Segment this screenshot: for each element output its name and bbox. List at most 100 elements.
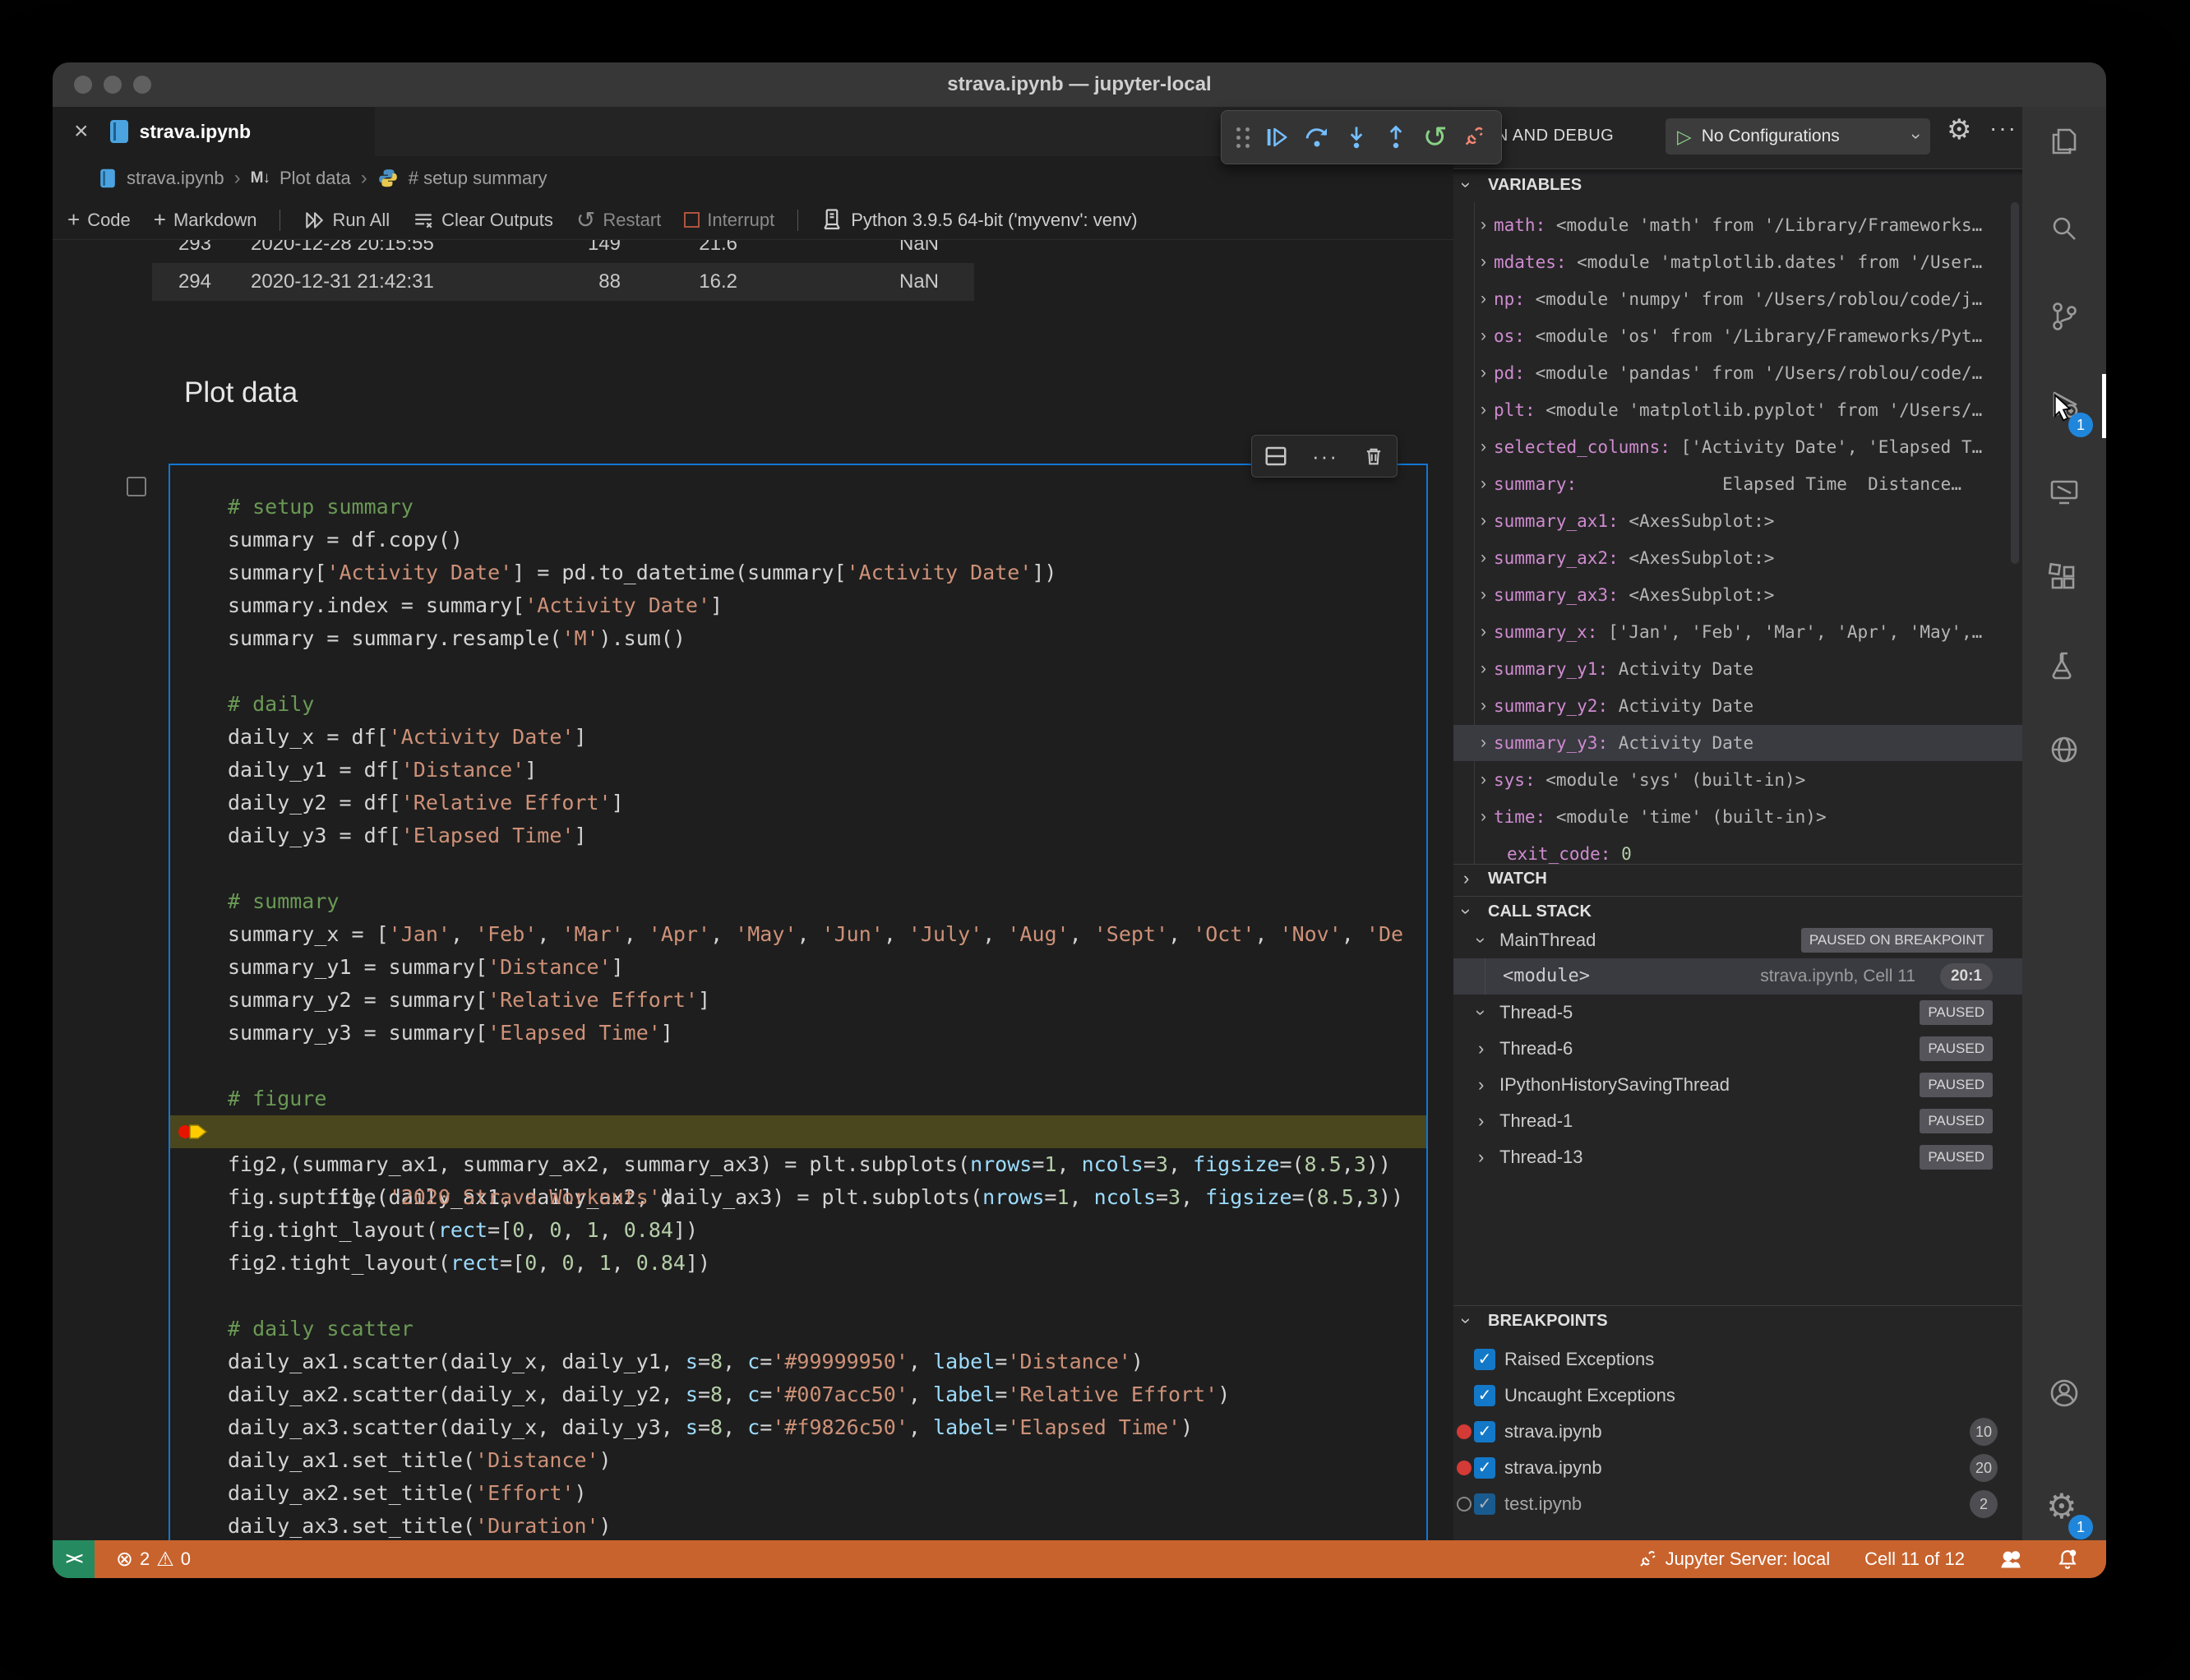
code-line[interactable] [170,852,1426,885]
variable-row[interactable]: › summary_ax1: <AxesSubplot:> [1453,503,2022,539]
code-line[interactable]: summary_y1 = summary['Distance'] [170,951,1426,984]
code-line[interactable]: fig2,(summary_ax1, summary_ax2, summary_… [170,1148,1426,1181]
variable-row[interactable]: › summary_x: ['Jan', 'Feb', 'Mar', 'Apr',… [1453,614,2022,650]
code-line[interactable]: daily_ax3.scatter(daily_x, daily_y3, s=8… [170,1411,1426,1444]
variable-row[interactable]: › time: <module 'time' (built-in)> [1453,799,2022,835]
variable-row-selected[interactable]: › summary_y3: Activity Date [1453,725,2022,761]
jupyter-server-status[interactable]: Jupyter Server: local [1638,1548,1830,1570]
testing-beaker-icon[interactable] [2046,648,2082,684]
variables-section-header[interactable]: › VARIABLES [1453,173,2022,202]
step-out-button[interactable] [1384,124,1408,150]
code-line[interactable] [170,1280,1426,1313]
variable-row[interactable]: › summary_y2: Activity Date [1453,688,2022,724]
source-control-icon[interactable] [2046,298,2082,335]
breadcrumb-section[interactable]: Plot data [280,168,351,189]
step-over-button[interactable] [1304,124,1330,150]
code-line[interactable]: fig.tight_layout(rect=[0, 0, 1, 0.84]) [170,1214,1426,1247]
code-line[interactable] [170,1050,1426,1082]
thread-row-mainthread[interactable]: › MainThread PAUSED ON BREAKPOINT [1453,922,2022,958]
remote-explorer-icon[interactable] [2046,473,2082,510]
code-line[interactable]: # figure [170,1082,1426,1115]
code-line[interactable]: daily_ax2.scatter(daily_x, daily_y2, s=8… [170,1378,1426,1411]
code-line[interactable]: daily_ax1.set_title('Distance') [170,1444,1426,1477]
variable-row[interactable]: › sys: <module 'sys' (built-in)> [1453,762,2022,798]
variable-row[interactable]: › summary: Elapsed Time Distance… [1453,466,2022,502]
run-all-button[interactable]: Run All [303,210,390,231]
code-line[interactable]: daily_ax3.set_title('Duration') [170,1510,1426,1540]
markdown-heading[interactable]: Plot data [184,376,298,409]
code-line[interactable]: summary = summary.resample('M').sum() [170,622,1426,655]
code-line[interactable]: # setup summary [170,491,1426,524]
scrollbar-thumb[interactable] [2011,202,2019,564]
disconnect-button[interactable] [1462,125,1486,150]
remote-indicator[interactable]: >< [53,1540,95,1578]
debug-settings-gear-icon[interactable]: ⚙ [1947,113,1971,146]
checkbox-checked-icon[interactable]: ✓ [1474,1349,1495,1370]
step-into-button[interactable] [1344,124,1369,150]
start-debug-icon[interactable]: ▷ [1677,126,1692,148]
restart-kernel-button[interactable]: ↺ Restart [576,206,661,233]
breakpoints-section-header[interactable]: › BREAKPOINTS [1453,1308,2022,1338]
thread-row[interactable]: › IPythonHistorySavingThread PAUSED [1453,1067,2022,1103]
kernel-picker[interactable]: Python 3.9.5 64-bit ('myvenv': venv) [821,208,1138,233]
code-line[interactable]: # summary [170,885,1426,918]
code-line[interactable]: daily_y2 = df['Relative Effort'] [170,787,1426,819]
variable-row[interactable]: › plt: <module 'matplotlib.pyplot' from '… [1453,392,2022,428]
code-line[interactable]: daily_ax1.scatter(daily_x, daily_y1, s=8… [170,1345,1426,1378]
breadcrumb-cell[interactable]: # setup summary [409,168,548,189]
variable-row[interactable]: › summary_ax2: <AxesSubplot:> [1453,540,2022,576]
code-line[interactable]: # daily [170,688,1426,721]
variable-row[interactable]: › np: <module 'numpy' from '/Users/roblou… [1453,281,2022,317]
variable-row[interactable]: › mdates: <module 'matplotlib.dates' from… [1453,244,2022,280]
variable-row[interactable]: › os: <module 'os' from '/Library/Framewo… [1453,318,2022,354]
add-code-cell-button[interactable]: + Code [67,207,131,233]
interrupt-kernel-button[interactable]: Interrupt [684,210,774,231]
code-line[interactable]: fig2.tight_layout(rect=[0, 0, 1, 0.84]) [170,1247,1426,1280]
code-line[interactable] [170,655,1426,688]
code-line-current-breakpoint[interactable]: fig,(daily_ax1, daily_ax2, daily_ax3) = … [170,1115,1426,1209]
variable-row[interactable]: › summary_ax3: <AxesSubplot:> [1453,577,2022,613]
code-line[interactable]: daily_x = df['Activity Date'] [170,721,1426,754]
checkbox-checked-icon[interactable]: ✓ [1474,1493,1495,1515]
code-line[interactable]: summary_y3 = summary['Elapsed Time'] [170,1017,1426,1050]
titlebar[interactable]: strava.ipynb — jupyter-local [53,62,2106,107]
more-actions-icon[interactable]: ··· [1312,444,1338,469]
stack-frame-row-selected[interactable]: <module> strava.ipynb, Cell 11 20:1 [1453,958,2022,995]
account-icon[interactable] [2046,1375,2082,1411]
cell-indicator[interactable]: Cell 11 of 12 [1864,1548,1965,1570]
checkbox-checked-icon[interactable]: ✓ [1474,1385,1495,1406]
code-line[interactable]: daily_ax2.set_title('Effort') [170,1477,1426,1510]
thread-row[interactable]: › Thread-5 PAUSED [1453,995,2022,1031]
delete-cell-icon[interactable] [1362,444,1385,468]
code-line[interactable]: summary_y2 = summary['Relative Effort'] [170,984,1426,1017]
extensions-icon[interactable] [2046,561,2082,597]
checkbox-checked-icon[interactable]: ✓ [1474,1457,1495,1479]
variable-row[interactable]: › summary_y1: Activity Date [1453,651,2022,687]
drag-handle-icon[interactable] [1236,127,1250,148]
feedback-icon[interactable] [1999,1548,2022,1571]
code-line[interactable]: summary.index = summary['Activity Date'] [170,589,1426,622]
thread-row[interactable]: › Thread-1 PAUSED [1453,1103,2022,1139]
breakpoint-row[interactable]: ✓ strava.ipynb 20 [1453,1450,2022,1486]
variable-row[interactable]: › math: <module 'math' from '/Library/Fra… [1453,207,2022,243]
code-line[interactable]: # daily scatter [170,1313,1426,1345]
breakpoint-row[interactable]: ✓ Raised Exceptions [1453,1341,2022,1378]
variable-row[interactable]: › selected_columns: ['Activity Date', 'El… [1453,429,2022,465]
close-tab-icon[interactable]: × [74,119,89,144]
thread-row[interactable]: › Thread-13 PAUSED [1453,1139,2022,1175]
code-line[interactable]: summary_x = ['Jan', 'Feb', 'Mar', 'Apr',… [170,918,1426,951]
split-cell-icon[interactable] [1264,444,1288,468]
code-cell[interactable]: # setup summary summary = df.copy() summ… [169,464,1428,1540]
code-line[interactable]: summary['Activity Date'] = pd.to_datetim… [170,556,1426,589]
breakpoint-current-line-icon[interactable] [177,1120,211,1143]
continue-button[interactable] [1264,125,1289,150]
checkbox-checked-icon[interactable]: ✓ [1474,1421,1495,1442]
variable-row[interactable]: › pd: <module 'pandas' from '/Users/roblo… [1453,355,2022,391]
tab-strava-ipynb[interactable]: × strava.ipynb [53,107,375,156]
explorer-icon[interactable] [2046,123,2082,159]
cell-collapse-toggle[interactable] [127,477,146,496]
breakpoint-row-disabled[interactable]: ✓ test.ipynb 2 [1453,1486,2022,1522]
breakpoint-row[interactable]: ✓ strava.ipynb 10 [1453,1414,2022,1450]
problems-indicator[interactable]: ⊗ 2 ⚠ 0 [116,1547,191,1572]
code-line[interactable]: daily_y3 = df['Elapsed Time'] [170,819,1426,852]
